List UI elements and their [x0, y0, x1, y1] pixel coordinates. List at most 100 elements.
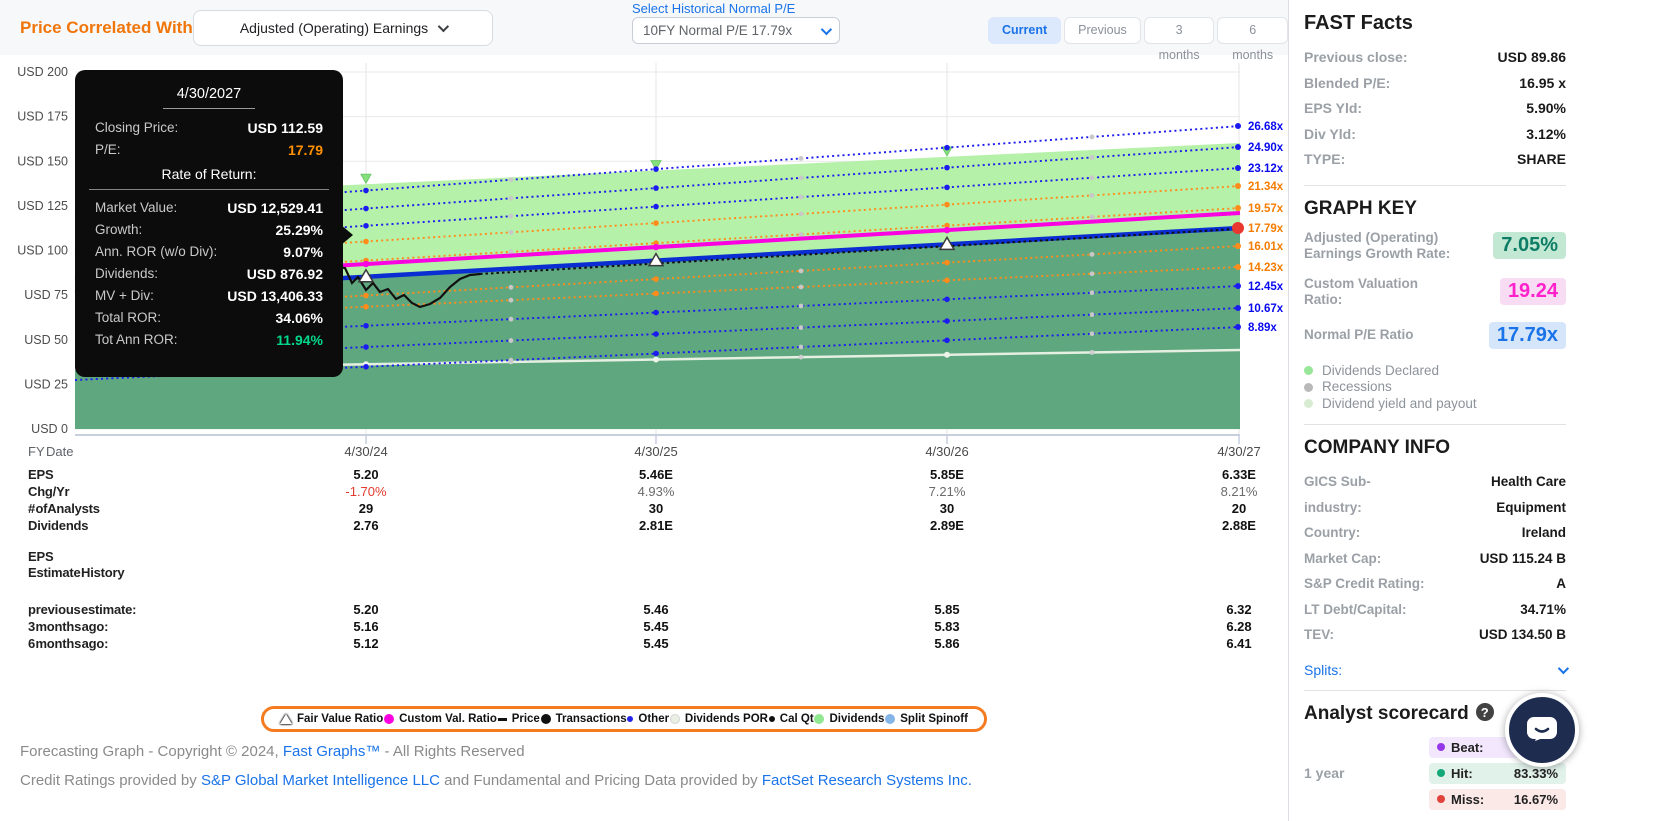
table-cell: 5.16 [353, 619, 379, 634]
table-cell: 30 [939, 501, 955, 516]
graph-key-row-label: Adjusted (Operating) Earnings Growth Rat… [1304, 229, 1451, 261]
table-row-label: Dividends [28, 518, 89, 533]
legend-item: Cal Qt [768, 713, 814, 725]
table-row-label: 6 months ago: [28, 636, 109, 651]
tooltip-row: Growth: 25.29% [75, 219, 343, 241]
legend-item-label: Other [638, 713, 670, 725]
badge-dot-icon [1437, 743, 1445, 751]
table-cell: 4.93% [637, 484, 675, 499]
company-info-row: Country: Ireland [1304, 520, 1566, 546]
section-divider [1304, 689, 1566, 691]
legend-dot-icon [814, 714, 825, 724]
company-info-row-label: LT Debt/Capital: [1304, 601, 1407, 617]
factset-link[interactable]: FactSet Research Systems Inc. [762, 772, 972, 789]
company-info-title: COMPANY INFO [1304, 437, 1451, 458]
tooltip-row-label: Dividends: [95, 266, 159, 281]
fastgraphs-app: Price Correlated With Adjusted (Operatin… [0, 0, 1665, 821]
graph-key-row: Adjusted (Operating) Earnings Growth Rat… [1304, 230, 1566, 262]
table-cell: 5.46E [639, 467, 673, 482]
estimate-row: previous estimate: 5.20 5.46 5.85 6.32 [0, 602, 1288, 619]
company-info-row-label: GICS Sub-industry: [1304, 474, 1371, 515]
graph-key-row-label: Custom Valuation Ratio: [1304, 275, 1419, 307]
table-row-label: Chg/Yr [28, 484, 70, 499]
fast-fact-row-value: 5.90% [1526, 100, 1566, 116]
copyright-text: - All Rights Reserved [380, 743, 525, 760]
table-cell: 2.76 [353, 518, 379, 533]
legend-dot-icon [384, 714, 395, 724]
company-info-row: TEV: USD 134.50 B [1304, 622, 1566, 648]
table-cell: 4/30/24 [344, 444, 388, 459]
table-cell: 5.86 [934, 636, 960, 651]
estimate-history-header: EPS [0, 549, 1288, 566]
legend-item-label: Custom Val. Ratio [399, 713, 497, 725]
badge-dot-icon [1437, 769, 1445, 777]
tooltip-row-value: 17.79 [287, 142, 323, 158]
table-cell: 5.83 [934, 619, 960, 634]
chat-bubble-button[interactable] [1505, 693, 1579, 767]
company-info-row-label: Country: [1304, 525, 1361, 540]
badge-value: 83.33% [1513, 765, 1558, 781]
fast-graphs-link[interactable]: Fast Graphs™ [283, 743, 381, 760]
badge-label: Hit: [1451, 765, 1473, 781]
table-cell: -1.70% [345, 484, 387, 499]
fast-fact-row-value: 16.95 x [1519, 74, 1566, 91]
tooltip-row-label: Ann. ROR (w/o Div): [95, 244, 218, 259]
tooltip-row-value: USD 112.59 [247, 120, 324, 136]
tooltip-row-label: MV + Div: [95, 288, 154, 303]
company-info-row: S&P Credit Rating: A [1304, 571, 1566, 597]
credits-text: and Fundamental and Pricing Data provide… [439, 772, 762, 789]
tooltip-caret [341, 225, 353, 245]
legend-item: Transactions [540, 713, 627, 725]
tooltip-row-label: Closing Price: [95, 120, 179, 135]
legend-item-label: Dividends POR [684, 713, 768, 725]
help-icon[interactable]: ? [1475, 703, 1494, 721]
badge-label: Miss: [1451, 791, 1485, 807]
tooltip-ror-rows: Market Value: USD 12,529.41 Growth: 25.29% A… [75, 197, 343, 351]
table-cell: 30 [648, 501, 664, 516]
tooltip-row: P/E: 17.79 [75, 139, 343, 161]
info-sidebar: FAST Facts Previous close: USD 89.86 Blend… [1288, 0, 1665, 821]
bullet-dot-icon [1304, 399, 1313, 409]
table-row: Chg/Yr -1.70% 4.93% 7.21% 8.21% [0, 484, 1288, 501]
estimate-row: 3 months ago: 5.16 5.45 5.83 6.28 [0, 619, 1288, 636]
legend-item: Fair Value Ratio [280, 713, 383, 725]
graph-key-bullet: Dividends Declared [1304, 363, 1566, 380]
graph-key-row-label: Normal P/E Ratio [1304, 327, 1414, 342]
legend-item: Dividends POR [669, 713, 768, 725]
badge-value: 16.67% [1513, 791, 1558, 807]
legend-item: Dividends [814, 713, 884, 725]
bullet-label: Recessions [1322, 379, 1392, 394]
legend-item: Other [627, 713, 669, 725]
section-divider [1304, 184, 1566, 186]
fair-value-triangle-icon [280, 714, 292, 724]
company-info-row-value: Ireland [1521, 525, 1566, 540]
sp-global-link[interactable]: S&P Global Market Intelligence LLC [201, 772, 440, 789]
fast-fact-row-label: Div Yld: [1304, 125, 1356, 142]
legend-item: Custom Val. Ratio [384, 713, 497, 725]
estimate-row: 6 months ago: 5.12 5.45 5.86 6.41 [0, 636, 1288, 653]
table-cell: 4/30/26 [925, 444, 969, 459]
company-info-row: Market Cap: USD 115.24 B [1304, 546, 1566, 572]
table-row: # of Analysts 29 30 30 20 [0, 501, 1288, 518]
fast-fact-row-label: TYPE: [1304, 151, 1346, 167]
tooltip-row-value: USD 13,406.33 [227, 288, 323, 304]
splits-toggle[interactable]: Splits: [1304, 661, 1570, 678]
legend-item-label: Fair Value Ratio [297, 713, 384, 725]
table-cell: 29 [358, 501, 374, 516]
splits-label: Splits: [1304, 661, 1343, 678]
table-cell: 5.45 [643, 636, 669, 651]
fast-fact-row-value: 3.12% [1526, 125, 1566, 142]
graph-key-bullet: Dividend yield and payout [1304, 396, 1566, 413]
legend-dot-icon [627, 716, 634, 722]
table-cell: 5.20 [353, 602, 379, 617]
graph-key-row: Normal P/E Ratio 17.79x [1304, 321, 1566, 349]
legend-dot-icon [540, 714, 551, 724]
legend-dot-icon [768, 716, 775, 722]
graph-key-rows: Adjusted (Operating) Earnings Growth Rat… [1304, 230, 1566, 349]
company-info-row-label: S&P Credit Rating: [1304, 576, 1425, 591]
tooltip-row-label: Growth: [95, 222, 143, 237]
graph-key-row: Custom Valuation Ratio: 19.24 [1304, 276, 1566, 308]
tooltip-row: Ann. ROR (w/o Div): 9.07% [75, 241, 343, 263]
credits-text: Credit Ratings provided by [20, 772, 201, 789]
fast-fact-row: TYPE: SHARE [1304, 147, 1566, 173]
